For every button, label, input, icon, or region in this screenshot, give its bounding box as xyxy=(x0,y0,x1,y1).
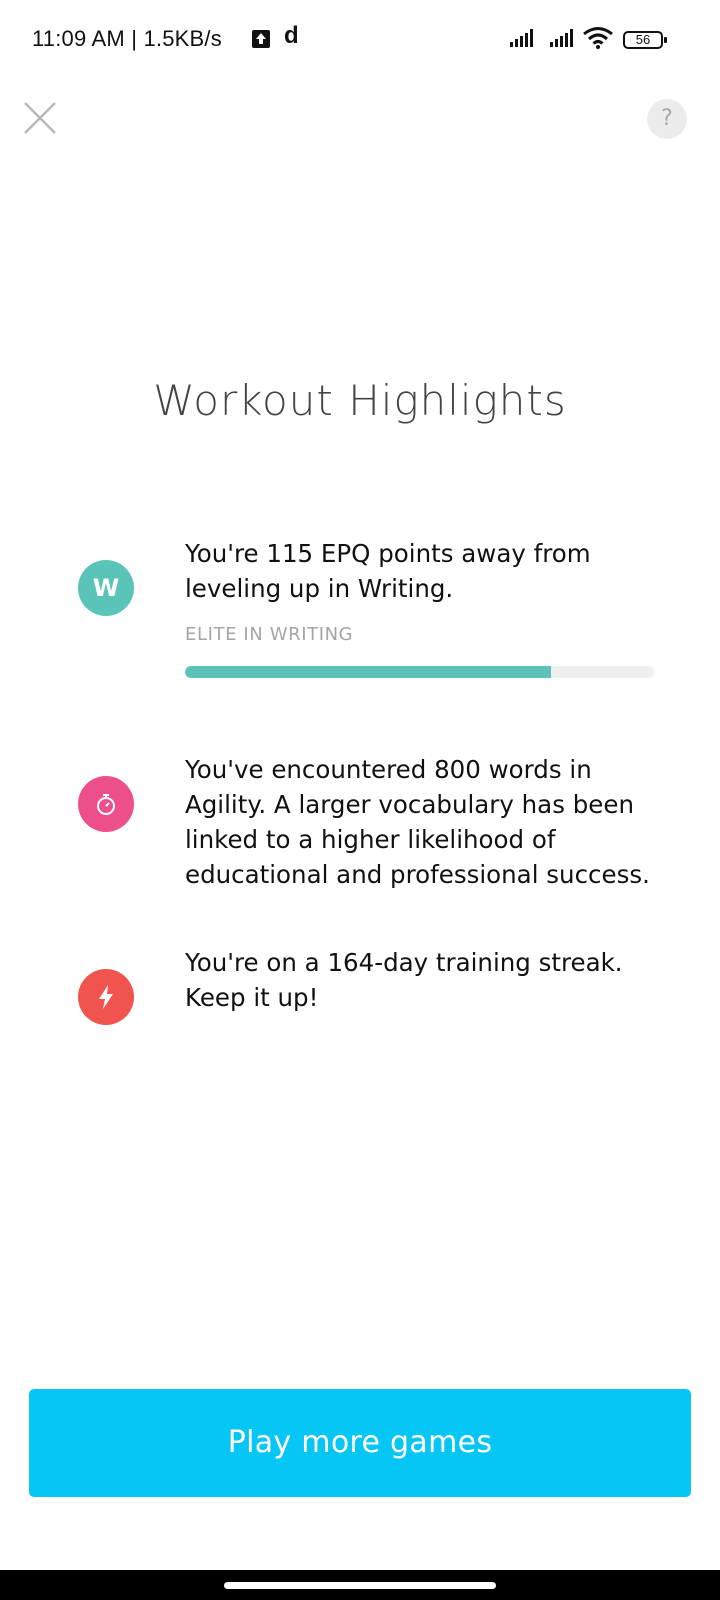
stopwatch-icon xyxy=(78,776,134,832)
cell-signal-icon xyxy=(550,29,573,47)
battery-icon: 56 xyxy=(623,31,667,49)
lightning-icon xyxy=(78,969,134,1025)
page-title: Workout Highlights xyxy=(153,376,567,425)
workout-highlights-screen: 11:09 AM | 1.5KB/s d 56 ? Workout Highli… xyxy=(0,0,720,1600)
writing-badge-icon: W xyxy=(78,560,134,616)
close-button[interactable] xyxy=(20,98,60,138)
play-more-games-button[interactable]: Play more games xyxy=(29,1389,691,1497)
level-progress-bar xyxy=(185,666,654,678)
app-notification-icon: d xyxy=(284,22,299,49)
highlight-text: You're on a 164-day training streak. Kee… xyxy=(185,948,623,1012)
writing-badge-letter: W xyxy=(92,574,120,602)
level-progress-fill xyxy=(185,666,551,678)
highlight-text: You're 115 EPQ points away from leveling… xyxy=(185,539,591,603)
navigation-bar xyxy=(0,1570,720,1600)
upload-icon xyxy=(252,30,270,48)
level-label: ELITE IN WRITING xyxy=(185,624,354,645)
wifi-icon xyxy=(583,27,613,49)
status-time-speed: 11:09 AM | 1.5KB/s xyxy=(32,26,222,51)
home-indicator[interactable] xyxy=(224,1582,496,1589)
close-icon xyxy=(24,102,56,134)
help-button[interactable]: ? xyxy=(647,99,687,139)
status-bar: 11:09 AM | 1.5KB/s d 56 xyxy=(0,0,720,80)
cell-signal-icon xyxy=(510,29,533,47)
highlight-text: You've encountered 800 words in Agility.… xyxy=(185,755,650,889)
